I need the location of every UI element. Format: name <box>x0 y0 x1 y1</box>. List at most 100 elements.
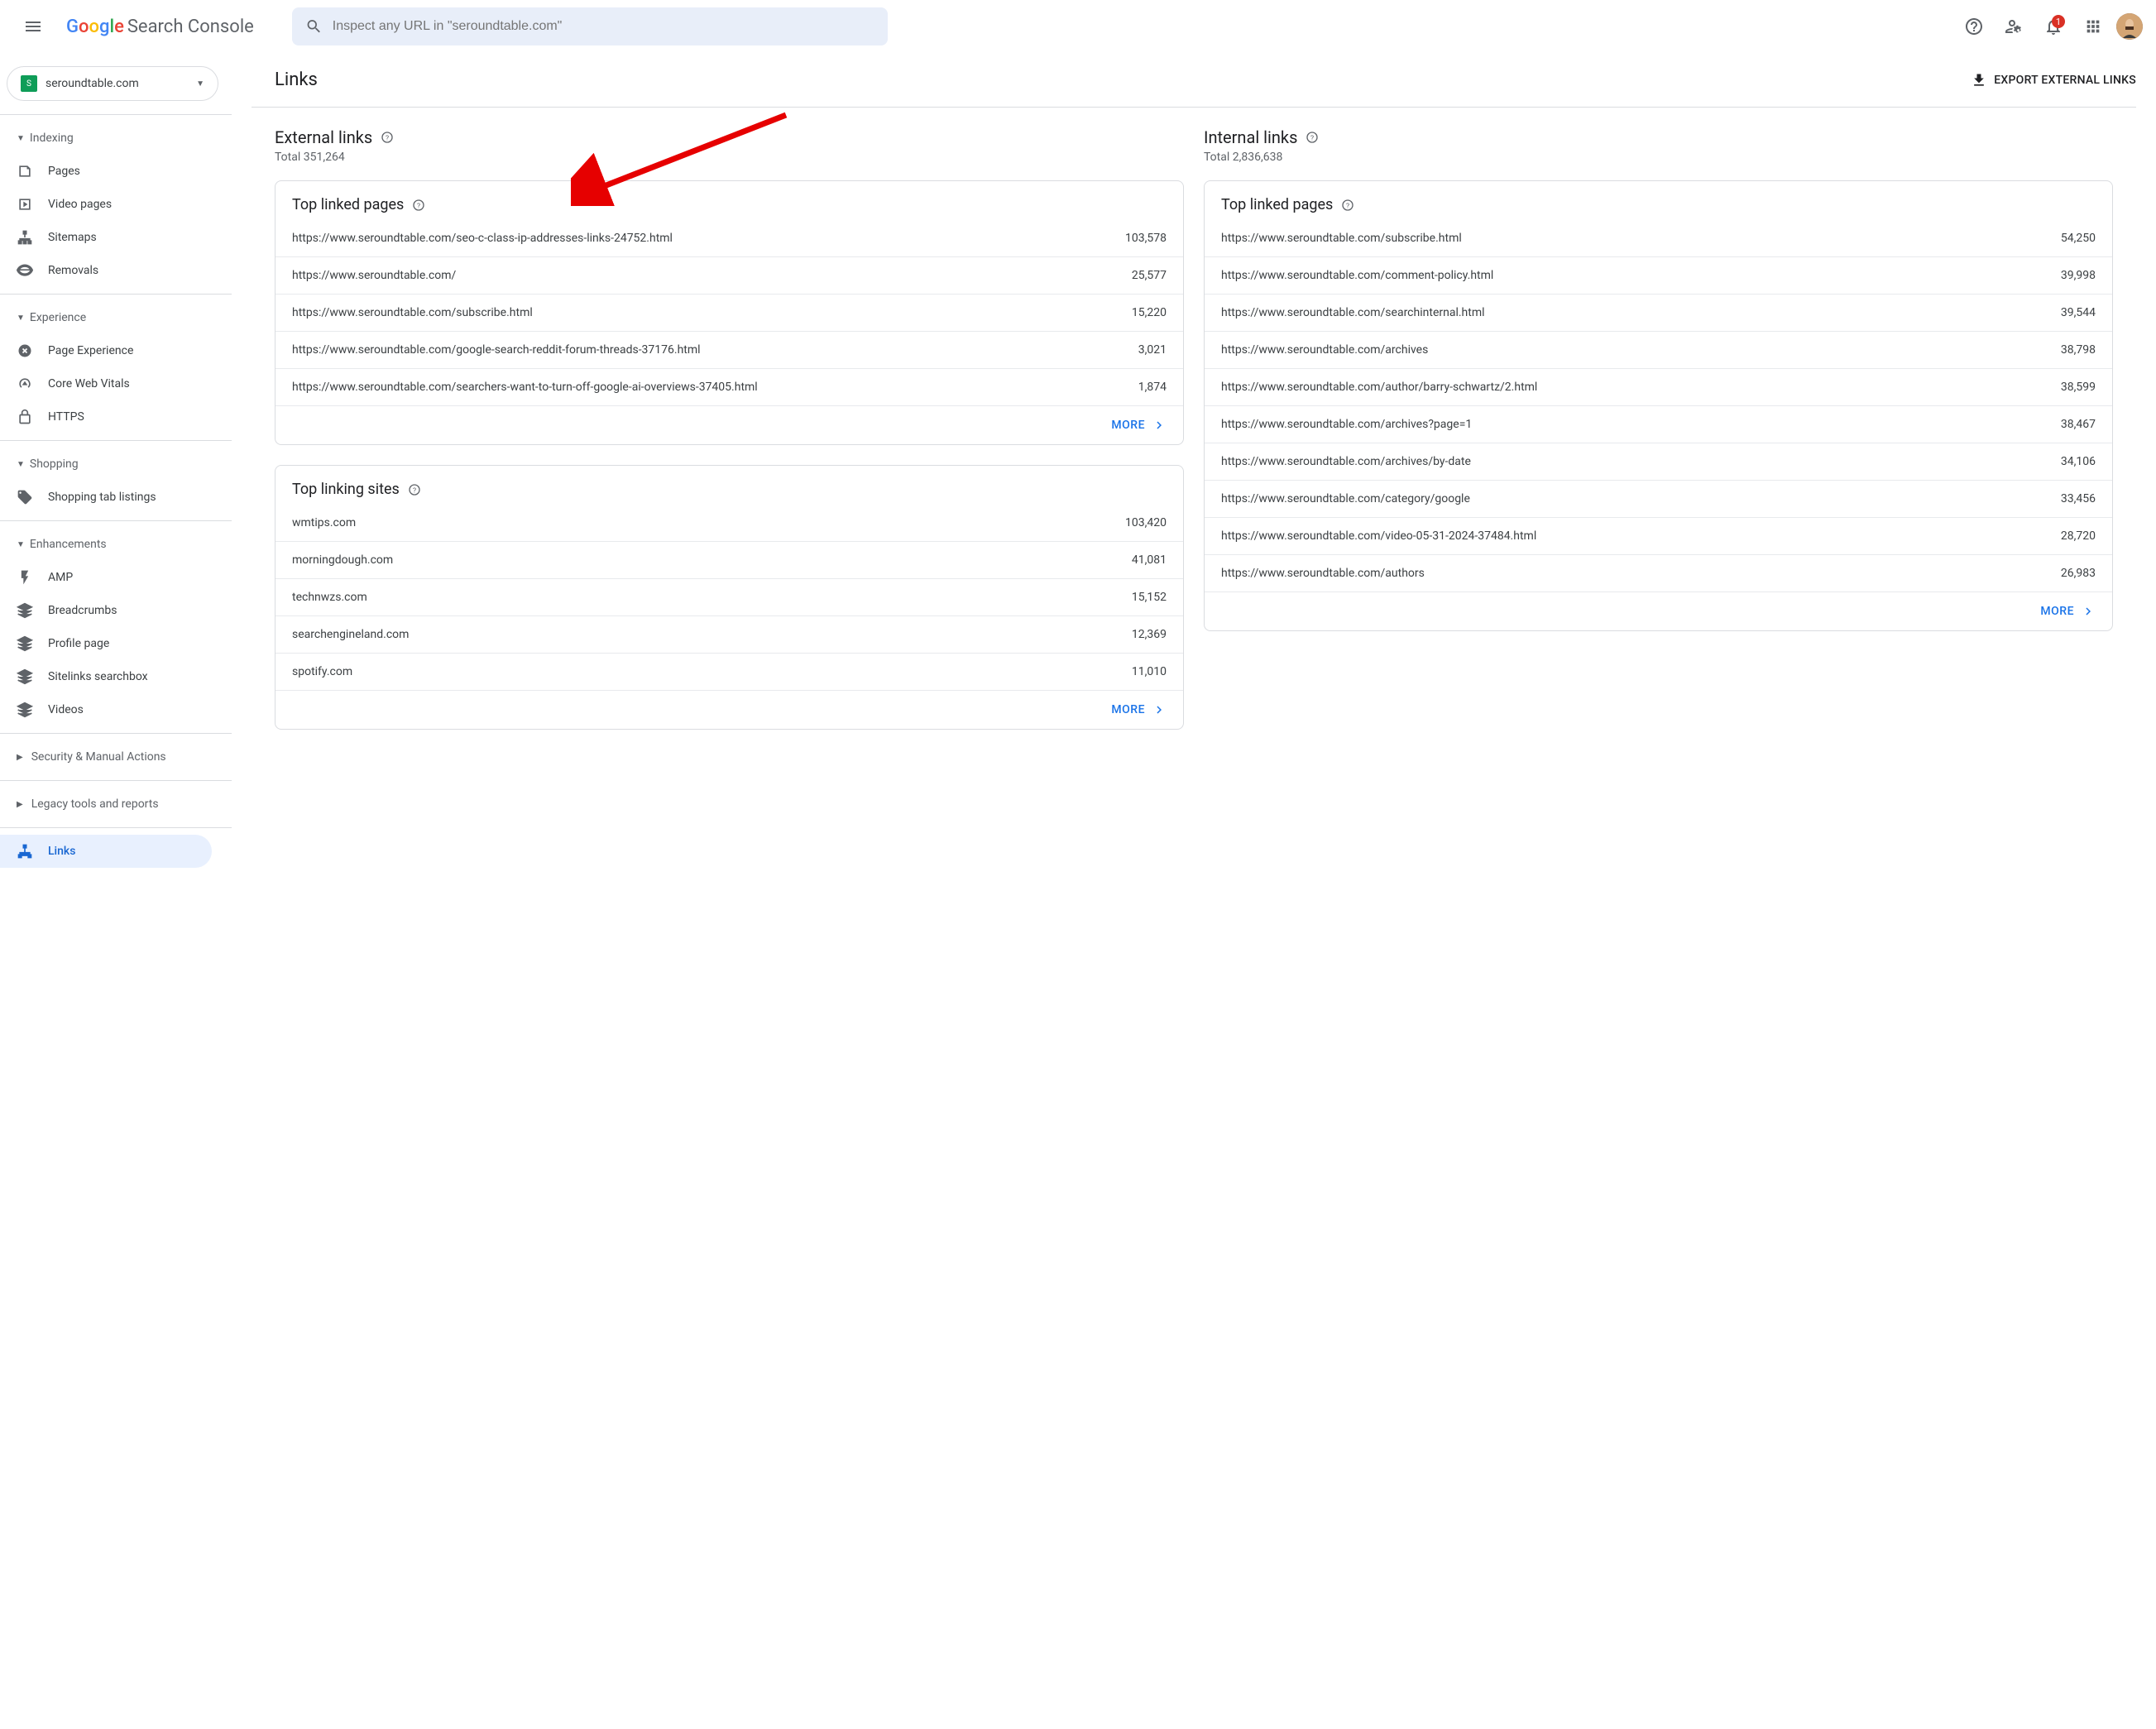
row-value: 1,874 <box>1138 381 1167 394</box>
row-value: 15,220 <box>1132 306 1167 319</box>
table-row[interactable]: technwzs.com15,152 <box>275 578 1183 615</box>
sidebar-item-removals[interactable]: Removals <box>0 254 212 287</box>
user-avatar[interactable] <box>2116 13 2143 40</box>
sidebar-item-breadcrumbs[interactable]: Breadcrumbs <box>0 594 212 627</box>
table-row[interactable]: https://www.seroundtable.com/25,577 <box>275 256 1183 294</box>
chevron-right-icon: ▶ <box>17 753 23 762</box>
table-row[interactable]: morningdough.com41,081 <box>275 541 1183 578</box>
row-url: morningdough.com <box>292 553 1115 567</box>
row-url: https://www.seroundtable.com/google-sear… <box>292 343 1122 357</box>
svg-text:?: ? <box>386 134 389 142</box>
internal-total: Total 2,836,638 <box>1204 151 2113 164</box>
sidebar-item-security[interactable]: ▶ Security & Manual Actions <box>0 740 232 774</box>
section-label: Enhancements <box>30 538 107 551</box>
section-indexing[interactable]: ▼ Indexing <box>0 122 232 155</box>
table-row[interactable]: https://www.seroundtable.com/video-05-31… <box>1205 517 2112 554</box>
help-icon[interactable]: ? <box>408 483 421 496</box>
table-row[interactable]: https://www.seroundtable.com/archives/by… <box>1205 443 2112 480</box>
section-experience[interactable]: ▼ Experience <box>0 301 232 334</box>
row-url: searchengineland.com <box>292 628 1115 641</box>
table-row[interactable]: searchengineland.com 12,369 <box>275 615 1183 653</box>
external-links-column: External links ? Total 351,264 Top linke… <box>275 127 1184 750</box>
table-row[interactable]: https://www.seroundtable.com/seo-c-class… <box>275 220 1183 256</box>
row-url: https://www.seroundtable.com/archives?pa… <box>1221 418 2044 431</box>
table-row[interactable]: https://www.seroundtable.com/archives38,… <box>1205 331 2112 368</box>
chevron-right-icon <box>1152 418 1167 433</box>
row-url: https://www.seroundtable.com/ <box>292 269 1115 282</box>
row-url: https://www.seroundtable.com/subscribe.h… <box>1221 232 2044 245</box>
table-row[interactable]: https://www.seroundtable.com/category/go… <box>1205 480 2112 517</box>
sidebar-item-page-experience[interactable]: Page Experience <box>0 334 212 367</box>
nav-label: Links <box>48 845 75 858</box>
sidebar-item-https[interactable]: HTTPS <box>0 400 212 433</box>
row-value: 33,456 <box>2061 492 2096 505</box>
row-value: 25,577 <box>1132 269 1167 282</box>
card-title: Top linked pages <box>292 196 404 213</box>
more-button[interactable]: MORE <box>1111 418 1167 433</box>
row-value: 12,369 <box>1132 628 1167 641</box>
table-row[interactable]: spotify.com11,010 <box>275 653 1183 690</box>
row-url: https://www.seroundtable.com/archives/by… <box>1221 455 2044 468</box>
main-content: Links EXPORT EXTERNAL LINKS External lin… <box>232 53 2156 868</box>
nav-label: Shopping tab listings <box>48 491 156 504</box>
layers-icon <box>17 602 33 619</box>
table-row[interactable]: https://www.seroundtable.com/subscribe.h… <box>275 294 1183 331</box>
chevron-down-icon: ▼ <box>196 79 204 89</box>
external-total: Total 351,264 <box>275 151 1184 164</box>
sidebar-item-videos[interactable]: Videos <box>0 693 212 726</box>
table-row[interactable]: https://www.seroundtable.com/authors26,9… <box>1205 554 2112 592</box>
property-selector[interactable]: S seroundtable.com ▼ <box>7 66 218 101</box>
search-input[interactable] <box>333 19 874 34</box>
chevron-down-icon: ▼ <box>17 134 25 143</box>
table-row[interactable]: wmtips.com103,420 <box>275 505 1183 541</box>
card-title: Top linking sites <box>292 481 400 498</box>
hamburger-menu-button[interactable] <box>13 7 53 46</box>
sidebar-item-legacy[interactable]: ▶ Legacy tools and reports <box>0 788 232 821</box>
speedometer-icon <box>17 376 33 392</box>
sidebar-item-pages[interactable]: Pages <box>0 155 212 188</box>
sitemap-icon <box>17 229 33 246</box>
sidebar-item-shopping-tab[interactable]: Shopping tab listings <box>0 481 212 514</box>
app-logo[interactable]: Google Search Console <box>66 17 254 37</box>
nav-label: Security & Manual Actions <box>31 750 166 764</box>
sidebar-item-video-pages[interactable]: Video pages <box>0 188 212 221</box>
users-settings-button[interactable] <box>1997 10 2030 43</box>
table-row[interactable]: https://www.seroundtable.com/subscribe.h… <box>1205 220 2112 256</box>
help-icon[interactable]: ? <box>412 199 425 212</box>
table-row[interactable]: https://www.seroundtable.com/searchinter… <box>1205 294 2112 331</box>
apps-button[interactable] <box>2077 10 2110 43</box>
row-value: 3,021 <box>1138 343 1167 357</box>
table-row[interactable]: https://www.seroundtable.com/google-sear… <box>275 331 1183 368</box>
more-button[interactable]: MORE <box>2040 604 2096 619</box>
url-inspect-search[interactable] <box>292 7 888 46</box>
help-icon[interactable]: ? <box>1341 199 1354 212</box>
page-header: Links EXPORT EXTERNAL LINKS <box>252 53 2136 108</box>
sidebar-item-links[interactable]: Links <box>0 835 212 868</box>
sidebar-item-amp[interactable]: AMP <box>0 561 212 594</box>
table-row[interactable]: https://www.seroundtable.com/comment-pol… <box>1205 256 2112 294</box>
layers-icon <box>17 668 33 685</box>
export-button[interactable]: EXPORT EXTERNAL LINKS <box>1971 72 2136 89</box>
table-row[interactable]: https://www.seroundtable.com/author/barr… <box>1205 368 2112 405</box>
sidebar-item-core-web-vitals[interactable]: Core Web Vitals <box>0 367 212 400</box>
search-icon <box>305 17 323 36</box>
section-enhancements[interactable]: ▼ Enhancements <box>0 528 232 561</box>
sidebar-item-sitelinks-searchbox[interactable]: Sitelinks searchbox <box>0 660 212 693</box>
table-row[interactable]: https://www.seroundtable.com/archives?pa… <box>1205 405 2112 443</box>
section-shopping[interactable]: ▼ Shopping <box>0 448 232 481</box>
help-icon[interactable]: ? <box>1306 131 1319 144</box>
row-value: 39,544 <box>2061 306 2096 319</box>
row-value: 26,983 <box>2061 567 2096 580</box>
nav-label: Pages <box>48 165 80 178</box>
help-icon[interactable]: ? <box>381 131 394 144</box>
table-row[interactable]: https://www.seroundtable.com/searchers-w… <box>275 368 1183 405</box>
more-button[interactable]: MORE <box>1111 702 1167 717</box>
row-url: technwzs.com <box>292 591 1115 604</box>
sidebar-item-sitemaps[interactable]: Sitemaps <box>0 221 212 254</box>
help-button[interactable] <box>1957 10 1991 43</box>
tag-icon <box>17 489 33 505</box>
sidebar-item-profile-page[interactable]: Profile page <box>0 627 212 660</box>
removals-icon <box>17 262 33 279</box>
internal-top-linked-pages-card: Top linked pages ? https://www.seroundta… <box>1204 180 2113 631</box>
notifications-button[interactable]: 1 <box>2037 10 2070 43</box>
